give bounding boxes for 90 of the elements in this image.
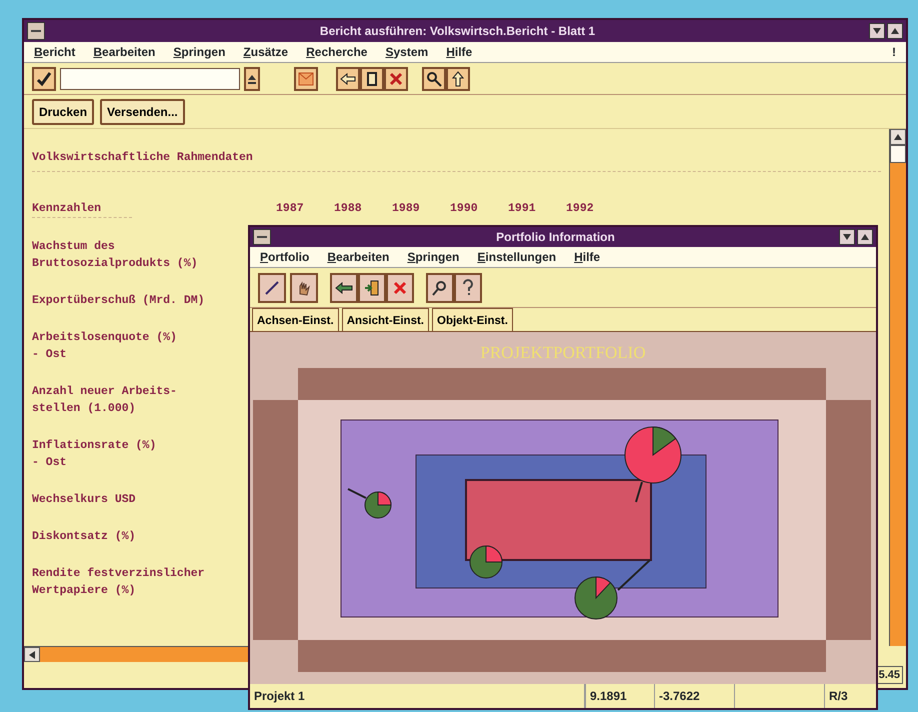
dropdown-button[interactable] — [244, 66, 260, 90]
menu-item[interactable]: Hilfe — [446, 43, 472, 61]
envelope-icon — [298, 72, 314, 86]
left-arrow-icon — [335, 282, 353, 294]
year-header: 1988 — [334, 201, 363, 217]
toolbar-button[interactable] — [290, 272, 318, 302]
indicator-label: Rendite festverzinslicher Wertpapiere (%) — [32, 566, 205, 599]
help-button[interactable] — [454, 272, 482, 302]
back-button[interactable] — [330, 272, 358, 302]
report-button[interactable]: Versenden... — [100, 98, 185, 124]
scroll-thumb[interactable] — [890, 145, 906, 163]
search-button[interactable] — [422, 66, 446, 90]
menu-item[interactable]: ! — [892, 43, 896, 61]
menu-item[interactable]: Hilfe — [574, 248, 600, 266]
close-button[interactable] — [386, 272, 414, 302]
horizontal-scrollbar[interactable] — [24, 646, 248, 662]
indicator-label: Arbeitslosenquote (%) - Ost — [32, 330, 177, 363]
system-menu-button[interactable] — [27, 22, 45, 40]
checkmark-icon — [36, 70, 52, 86]
search-button[interactable] — [426, 272, 454, 302]
report-heading: Volkswirtschaftliche Rahmendaten — [32, 150, 254, 166]
year-header: 1992 — [566, 201, 595, 217]
settings-tab[interactable]: Ansicht-Einst. — [342, 308, 429, 331]
vertical-scrollbar[interactable] — [889, 129, 906, 646]
pie-marker — [470, 546, 502, 578]
year-header: 1987 — [276, 201, 305, 217]
settings-tab[interactable]: Objekt-Einst. — [432, 308, 513, 331]
indicator-label: Wechselkurs USD — [32, 492, 136, 508]
minimize-button[interactable] — [839, 229, 855, 245]
pie-marker — [364, 492, 392, 518]
maximize-button[interactable] — [887, 23, 903, 39]
status-x-value: 9.1891 — [585, 684, 655, 708]
indicator-label: Anzahl neuer Arbeits- stellen (1.000) — [32, 384, 177, 417]
toolbar-button[interactable] — [360, 66, 384, 90]
search-icon — [426, 70, 442, 86]
close-button[interactable] — [384, 66, 408, 90]
indicator-label: Wachstum des Bruttosozialprodukts (%) — [32, 239, 198, 272]
pie-marker — [624, 426, 682, 484]
menu-item[interactable]: Bearbeiten — [327, 248, 390, 266]
menu-item[interactable]: Recherche — [306, 43, 368, 61]
status-project: Projekt 1 — [250, 684, 585, 708]
indicator-label: Inflationsrate (%) - Ost — [32, 438, 156, 471]
menu-item[interactable]: Bearbeiten — [93, 43, 156, 61]
menu-item[interactable]: Springen — [407, 248, 460, 266]
menu-item[interactable]: Zusätze — [243, 43, 288, 61]
down-triangle-icon — [873, 28, 881, 34]
settings-tab[interactable]: Achsen-Einst. — [252, 308, 339, 331]
window-title: Portfolio Information — [495, 229, 616, 246]
left-arrow-icon — [340, 72, 356, 84]
down-triangle-icon — [843, 234, 851, 240]
up-triangle-icon — [861, 234, 869, 240]
search-icon — [432, 280, 448, 296]
up-arrow-icon — [452, 70, 464, 86]
indicator-label: Diskontsatz (%) — [32, 529, 136, 545]
menu-item[interactable]: Einstellungen — [477, 248, 556, 266]
toolbar-button[interactable] — [358, 272, 386, 302]
checkmark-button[interactable] — [32, 66, 56, 90]
close-icon — [389, 72, 403, 86]
window-title: Bericht ausführen: Volkswirtsch.Bericht - Blatt 1 — [318, 23, 596, 40]
menu-item[interactable]: System — [385, 43, 428, 61]
status-mode: R/3 — [828, 688, 849, 705]
pie-marker — [574, 576, 618, 620]
page-icon — [366, 72, 378, 86]
indicator-label: Exportüberschuß (Mrd. DM) — [32, 293, 205, 309]
toolbar-button[interactable] — [258, 272, 286, 302]
back-button[interactable] — [336, 66, 360, 90]
system-menu-button[interactable] — [253, 229, 271, 245]
report-button[interactable]: Drucken — [32, 98, 94, 124]
year-header: 1989 — [392, 201, 421, 217]
question-mark-icon — [462, 278, 474, 296]
door-icon — [364, 280, 380, 296]
toolbar-button[interactable] — [294, 66, 318, 90]
menu-item[interactable]: Portfolio — [260, 248, 310, 266]
command-field[interactable] — [60, 68, 240, 90]
year-header: 1990 — [450, 201, 479, 217]
up-arrow-icon — [248, 74, 256, 84]
up-triangle-icon — [891, 28, 899, 34]
maximize-button[interactable] — [857, 229, 873, 245]
pen-icon — [264, 280, 280, 296]
minimize-button[interactable] — [869, 23, 885, 39]
up-button[interactable] — [446, 66, 470, 90]
year-header: 1991 — [508, 201, 537, 217]
status-y-value: -3.7622 — [655, 684, 735, 708]
up-triangle-icon — [894, 134, 902, 140]
left-triangle-icon — [29, 650, 35, 658]
menu-item[interactable]: Bericht — [34, 43, 76, 61]
column-label: Kennzahlen — [32, 201, 102, 217]
close-icon — [393, 280, 407, 294]
menu-item[interactable]: Springen — [173, 43, 226, 61]
chart-title: PROJEKTPORTFOLIO — [480, 343, 646, 362]
